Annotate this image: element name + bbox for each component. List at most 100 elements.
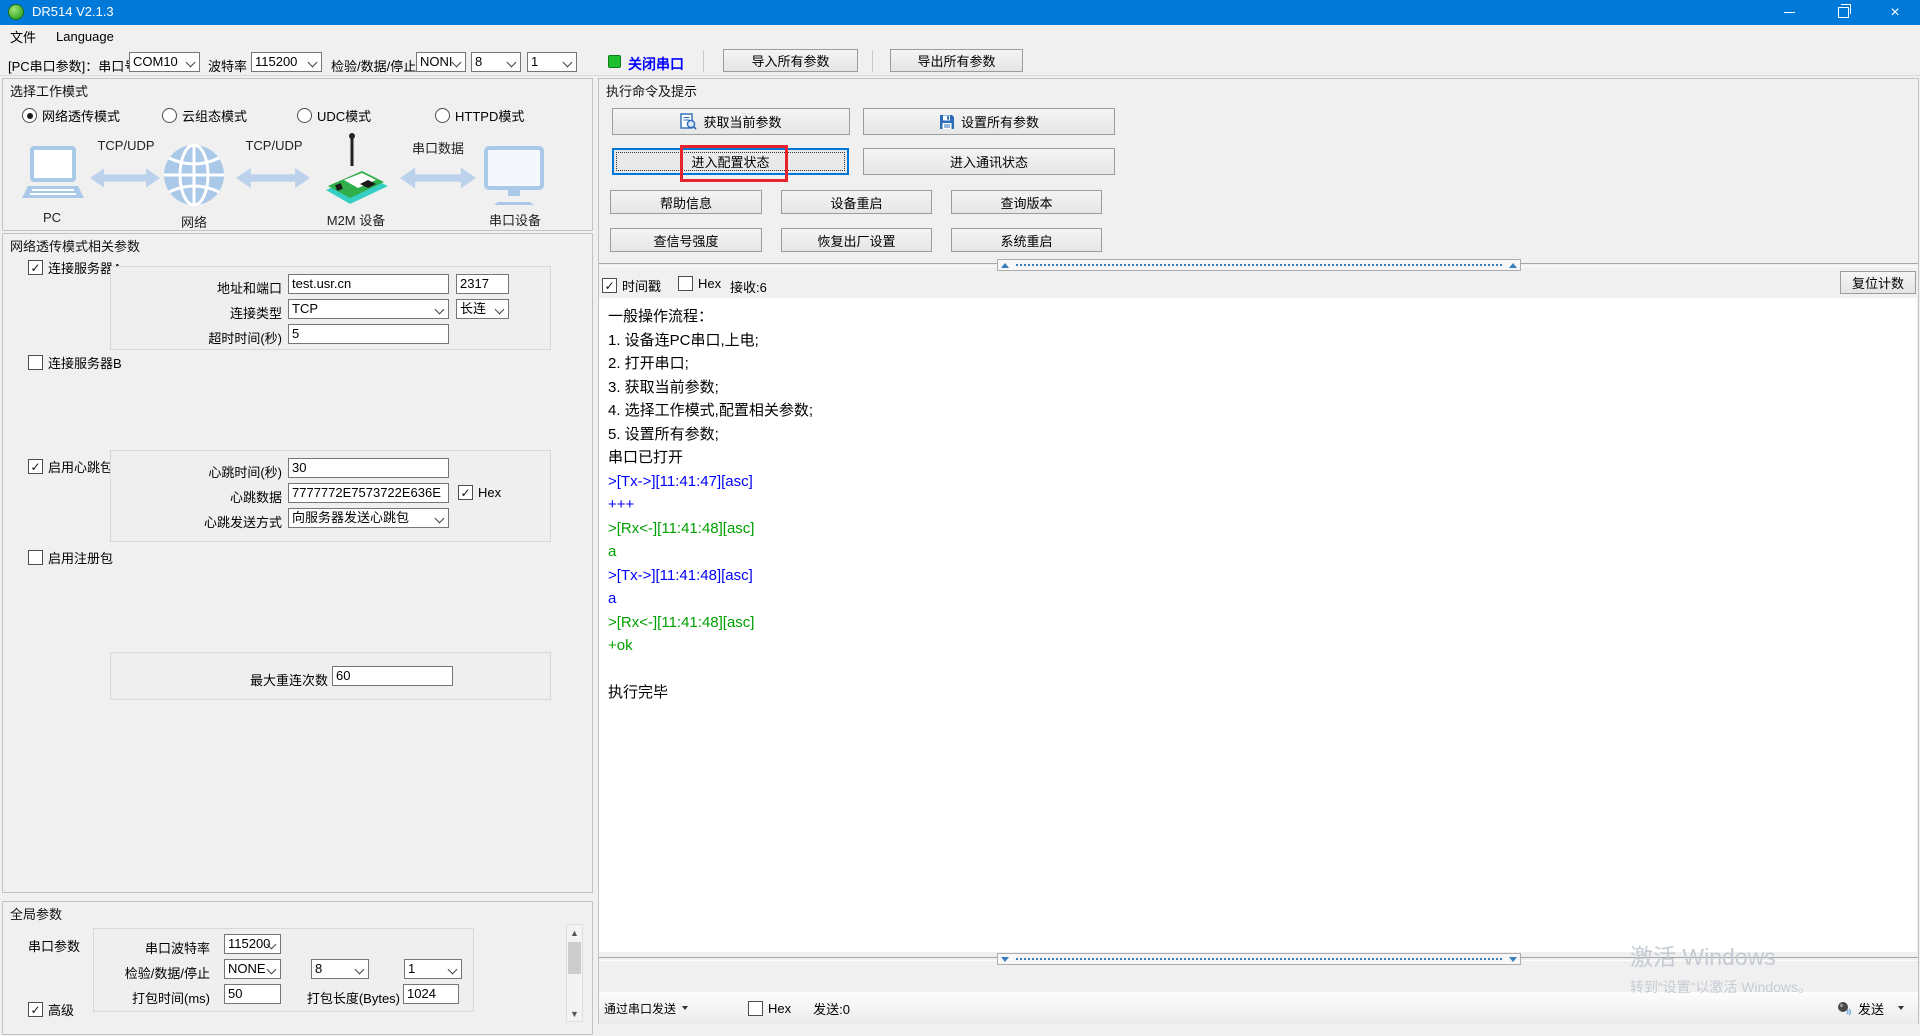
server-b-checkbox[interactable]: 连接服务器B	[28, 353, 122, 372]
splitter-handle[interactable]	[997, 259, 1521, 271]
g-parity-select[interactable]: NONE	[224, 959, 281, 979]
timestamp-checkbox[interactable]: ✓ 时间戳	[602, 276, 661, 295]
close-button[interactable]: ×	[1872, 0, 1918, 25]
register-checkbox[interactable]: 启用注册包	[28, 548, 113, 567]
baud-select[interactable]: 115200	[251, 52, 322, 72]
packtime-input[interactable]: 50	[224, 984, 281, 1004]
conn-type-select[interactable]: TCP	[288, 299, 449, 319]
export-params-button[interactable]: 导出所有参数	[890, 49, 1023, 72]
mode-radio-httpd[interactable]: HTTPD模式	[435, 106, 524, 125]
toolbar-separator	[703, 50, 704, 72]
send-speaker-icon	[1837, 1001, 1852, 1016]
packlen-label: 打包长度(Bytes)	[285, 988, 400, 1007]
work-mode-title: 选择工作模式	[10, 81, 88, 100]
parity-select[interactable]: NONI	[416, 52, 466, 72]
diagram-m2m-label: M2M 设备	[320, 210, 392, 229]
scroll-down-icon[interactable]: ▼	[567, 1006, 582, 1021]
send-via-dropdown[interactable]: 通过串口发送	[604, 1000, 688, 1017]
hb-data-label: 心跳数据	[110, 487, 282, 506]
send-hex-label: Hex	[768, 1001, 791, 1016]
addr-label: 地址和端口	[110, 278, 282, 297]
left-scrollbar[interactable]: ▲ ▼	[566, 924, 583, 1022]
hb-mode-value: 向服务器发送心跳包	[292, 510, 409, 525]
packlen-input[interactable]: 1024	[403, 984, 459, 1004]
advanced-label: 高级	[48, 1000, 74, 1019]
mode-label: 云组态模式	[182, 106, 247, 125]
restore-icon	[1838, 7, 1849, 18]
get-params-button[interactable]: 获取当前参数	[612, 108, 850, 135]
top-splitter[interactable]	[599, 259, 1918, 271]
send-hex-checkbox[interactable]: Hex	[748, 1001, 791, 1016]
hb-mode-label: 心跳发送方式	[110, 512, 282, 531]
signal-strength-button[interactable]: 查信号强度	[610, 228, 762, 252]
menu-language[interactable]: Language	[46, 25, 124, 47]
advanced-checkbox[interactable]: ✓ 高级	[28, 1000, 74, 1019]
network-globe-icon	[163, 144, 225, 206]
import-params-button[interactable]: 导入所有参数	[723, 49, 858, 72]
checkbox-icon: ✓	[28, 260, 43, 275]
close-port-button[interactable]: 关闭串口	[628, 54, 684, 74]
send-button[interactable]: 发送	[1837, 999, 1904, 1018]
com-port-select[interactable]: COM10	[129, 52, 200, 72]
radio-icon	[162, 108, 177, 123]
hb-time-input[interactable]: 30	[288, 458, 449, 478]
g-baud-select[interactable]: 115200	[224, 934, 281, 954]
device-restart-button[interactable]: 设备重启	[781, 190, 932, 214]
reset-count-button[interactable]: 复位计数	[1840, 271, 1916, 294]
scroll-up-icon[interactable]: ▲	[567, 925, 582, 940]
conn-type-value: TCP	[292, 301, 318, 316]
timeout-input[interactable]: 5	[288, 324, 449, 344]
factory-reset-button[interactable]: 恢复出厂设置	[781, 228, 932, 252]
arrow-icon	[90, 166, 160, 190]
enter-comm-button[interactable]: 进入通讯状态	[863, 148, 1115, 175]
highlight-annotation	[680, 145, 788, 182]
g-databits-select[interactable]: 8	[311, 959, 369, 979]
bottom-splitter[interactable]	[599, 953, 1918, 965]
server-a-checkbox[interactable]: ✓ 连接服务器A	[28, 258, 122, 277]
log-line: 2. 打开串口;	[608, 352, 1917, 376]
conn-keep-select[interactable]: 长连	[456, 299, 509, 319]
hb-data-value: 7777772E7573722E636E	[292, 485, 441, 500]
chevron-down-icon	[452, 58, 462, 68]
mode-radio-transparent[interactable]: 网络透传模式	[22, 106, 120, 125]
log-line: 串口已打开	[608, 446, 1917, 470]
hb-data-input[interactable]: 7777772E7573722E636E	[288, 483, 449, 503]
recv-hex-checkbox[interactable]: Hex	[678, 276, 721, 291]
mode-radio-udc[interactable]: UDC模式	[297, 106, 371, 125]
collapse-down-icon	[1509, 957, 1517, 962]
packtime-value: 50	[228, 986, 242, 1001]
databits-select[interactable]: 8	[471, 52, 521, 72]
restore-button[interactable]	[1820, 0, 1866, 25]
log-line: >[Rx<-][11:41:48][asc]	[608, 611, 1917, 635]
g-stopbits-select[interactable]: 1	[404, 959, 462, 979]
global-group-title: 全局参数	[10, 904, 62, 923]
hb-mode-select[interactable]: 向服务器发送心跳包	[288, 508, 449, 528]
stopbits-select[interactable]: 1	[527, 52, 577, 72]
chevron-down-icon	[308, 58, 318, 68]
heartbeat-checkbox[interactable]: ✓ 启用心跳包	[28, 457, 113, 476]
server-port-input[interactable]: 2317	[456, 274, 509, 294]
minimize-button[interactable]	[1766, 0, 1812, 25]
log-line	[608, 658, 1917, 682]
splitter-handle[interactable]	[997, 953, 1521, 965]
radio-icon	[435, 108, 450, 123]
menu-file[interactable]: 文件	[0, 25, 46, 47]
set-params-button[interactable]: 设置所有参数	[863, 108, 1115, 135]
reconnect-input[interactable]: 60	[332, 666, 453, 686]
button-label: 系统重启	[1000, 231, 1052, 250]
log-area[interactable]: 一般操作流程：1. 设备连PC串口,上电;2. 打开串口;3. 获取当前参数;4…	[599, 298, 1917, 952]
scrollbar-thumb[interactable]	[568, 942, 581, 974]
button-label: 获取当前参数	[703, 112, 781, 131]
send-button-label: 发送	[1858, 999, 1884, 1018]
chevron-down-icon	[267, 965, 277, 975]
query-version-button[interactable]: 查询版本	[951, 190, 1102, 214]
button-label: 帮助信息	[660, 193, 712, 212]
system-restart-button[interactable]: 系统重启	[951, 228, 1102, 252]
radio-icon	[22, 108, 37, 123]
mode-radio-cloud[interactable]: 云组态模式	[162, 106, 247, 125]
hb-hex-checkbox[interactable]: ✓ Hex	[458, 485, 501, 500]
button-label: 设置所有参数	[961, 112, 1039, 131]
server-address-input[interactable]: test.usr.cn	[288, 274, 449, 294]
sent-count: 发送:0	[813, 999, 850, 1018]
help-button[interactable]: 帮助信息	[610, 190, 762, 214]
